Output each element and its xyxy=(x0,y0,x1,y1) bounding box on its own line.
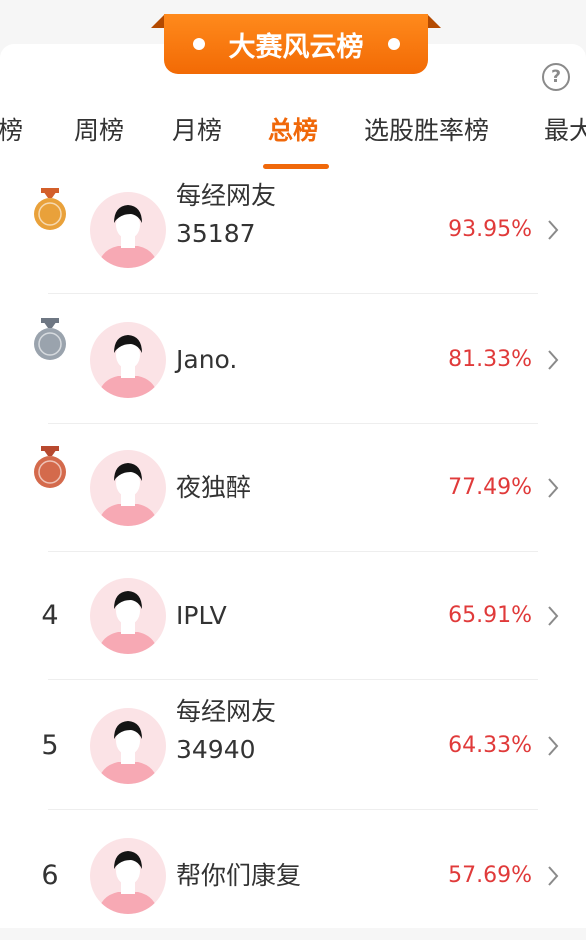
banner-fold-right xyxy=(427,14,441,28)
rank-number: 5 xyxy=(41,730,59,761)
user-name-line2: 35187 xyxy=(176,219,256,248)
win-rate: 57.69% xyxy=(448,863,532,888)
user-name: Jano. xyxy=(176,345,238,374)
chevron-right-icon[interactable] xyxy=(544,218,562,242)
win-rate: 77.49% xyxy=(448,475,532,500)
win-rate: 65.91% xyxy=(448,603,532,628)
banner-dot-right xyxy=(387,38,400,50)
tab-overall[interactable]: 总榜 xyxy=(268,108,318,154)
user-avatar[interactable] xyxy=(90,578,166,654)
user-avatar[interactable] xyxy=(90,450,166,526)
tab-win-rate[interactable]: 选股胜率榜 xyxy=(364,108,489,154)
user-name: 夜独醉 xyxy=(176,473,252,502)
bronze-medal-icon xyxy=(32,446,68,490)
user-name: 每经网友 xyxy=(176,181,277,210)
tab-partial-left[interactable]: 榜 xyxy=(0,108,23,154)
user-name: IPLV xyxy=(176,601,227,630)
leaderboard-row[interactable]: 4 IPLV 65.91% xyxy=(0,552,586,680)
leaderboard-row[interactable]: 5 每经网友 34940 64.33% xyxy=(0,682,586,810)
tab-weekly[interactable]: 周榜 xyxy=(74,108,124,154)
chevron-right-icon[interactable] xyxy=(544,864,562,888)
leaderboard-row[interactable]: 每经网友 35187 93.95% xyxy=(0,166,586,294)
user-name: 每经网友 xyxy=(176,697,277,726)
rank-number: 6 xyxy=(41,860,59,891)
banner-dot-left xyxy=(192,38,205,50)
tab-partial-right[interactable]: 最大 xyxy=(544,108,586,154)
user-name: 帮你们康复 xyxy=(176,861,302,890)
help-icon[interactable]: ? xyxy=(542,63,570,91)
user-avatar[interactable] xyxy=(90,322,166,398)
user-avatar[interactable] xyxy=(90,192,166,268)
leaderboard-row[interactable]: Jano. 81.33% xyxy=(0,296,586,424)
chevron-right-icon[interactable] xyxy=(544,734,562,758)
leaderboard-banner: 大赛风云榜 xyxy=(164,14,428,74)
win-rate: 93.95% xyxy=(448,217,532,242)
leaderboard-row[interactable]: 夜独醉 77.49% xyxy=(0,424,586,552)
leaderboard-row[interactable]: 6 帮你们康复 57.69% xyxy=(0,812,586,940)
chevron-right-icon[interactable] xyxy=(544,476,562,500)
row-divider xyxy=(48,679,538,680)
banner-fold-left xyxy=(151,14,165,28)
banner-title: 大赛风云榜 xyxy=(228,31,364,63)
gold-medal-icon xyxy=(32,188,68,232)
user-avatar[interactable] xyxy=(90,838,166,914)
tab-bar: 榜 周榜 月榜 总榜 选股胜率榜 最大 xyxy=(0,108,586,168)
tab-monthly[interactable]: 月榜 xyxy=(172,108,222,154)
win-rate: 64.33% xyxy=(448,733,532,758)
user-name-line2: 34940 xyxy=(176,735,256,764)
row-divider xyxy=(48,809,538,810)
chevron-right-icon[interactable] xyxy=(544,604,562,628)
rank-number: 4 xyxy=(41,600,59,631)
user-avatar[interactable] xyxy=(90,708,166,784)
chevron-right-icon[interactable] xyxy=(544,348,562,372)
win-rate: 81.33% xyxy=(448,347,532,372)
row-divider xyxy=(48,293,538,294)
silver-medal-icon xyxy=(32,318,68,362)
